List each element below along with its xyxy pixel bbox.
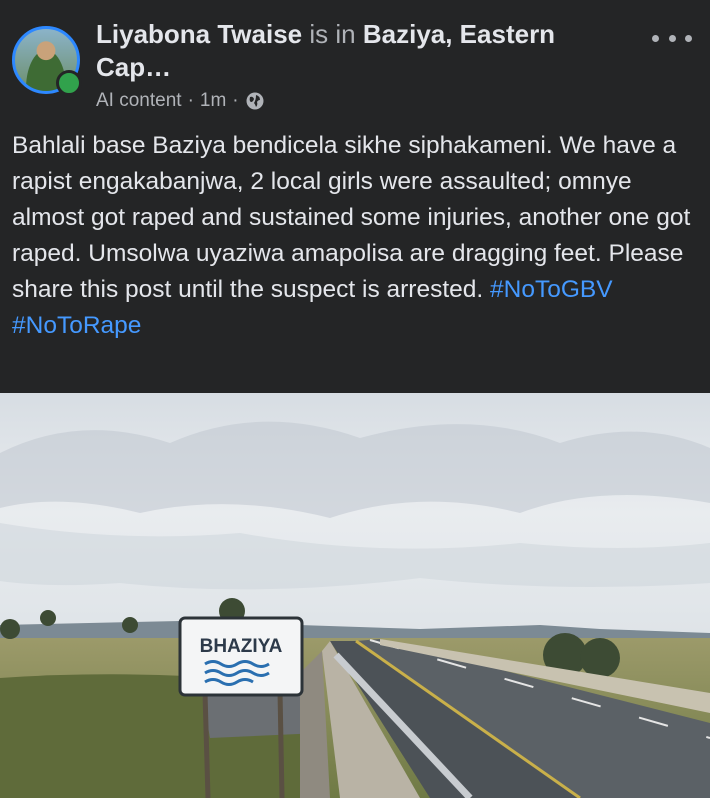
- location-prefix: is in: [309, 19, 356, 49]
- hashtag-link[interactable]: #NoToRape: [12, 312, 141, 339]
- sign-label: BHAZIYA: [200, 636, 283, 657]
- author-name[interactable]: Liyabona Twaise: [96, 19, 302, 49]
- post-header: Liyabona Twaise is in Baziya, Eastern Ca…: [0, 0, 710, 120]
- sign-post: [277, 690, 285, 798]
- dot-icon: [652, 34, 659, 42]
- post-meta: AI content · 1m ·: [96, 90, 265, 112]
- avatar[interactable]: [12, 26, 82, 96]
- sky: [0, 393, 710, 633]
- post-photo[interactable]: BHAZIYA: [0, 393, 710, 798]
- hashtag-link[interactable]: #NoToGBV: [490, 276, 613, 303]
- author-line: Liyabona Twaise is in Baziya, Eastern Ca…: [96, 18, 616, 84]
- globe-icon: [246, 92, 264, 110]
- more-options-button[interactable]: [652, 26, 692, 50]
- photo-scene: BHAZIYA: [0, 393, 710, 798]
- dot-icon: [668, 34, 676, 42]
- ai-content-label[interactable]: AI content: [96, 90, 182, 112]
- post-body: Bahlali base Baziya bendicela sikhe siph…: [12, 128, 698, 344]
- meta-separator: ·: [187, 90, 194, 111]
- dot-icon: [685, 34, 692, 42]
- post-timestamp[interactable]: 1m: [200, 90, 226, 112]
- online-status-dot: [56, 70, 82, 96]
- sign-post: [202, 692, 211, 798]
- meta-separator: ·: [232, 90, 239, 111]
